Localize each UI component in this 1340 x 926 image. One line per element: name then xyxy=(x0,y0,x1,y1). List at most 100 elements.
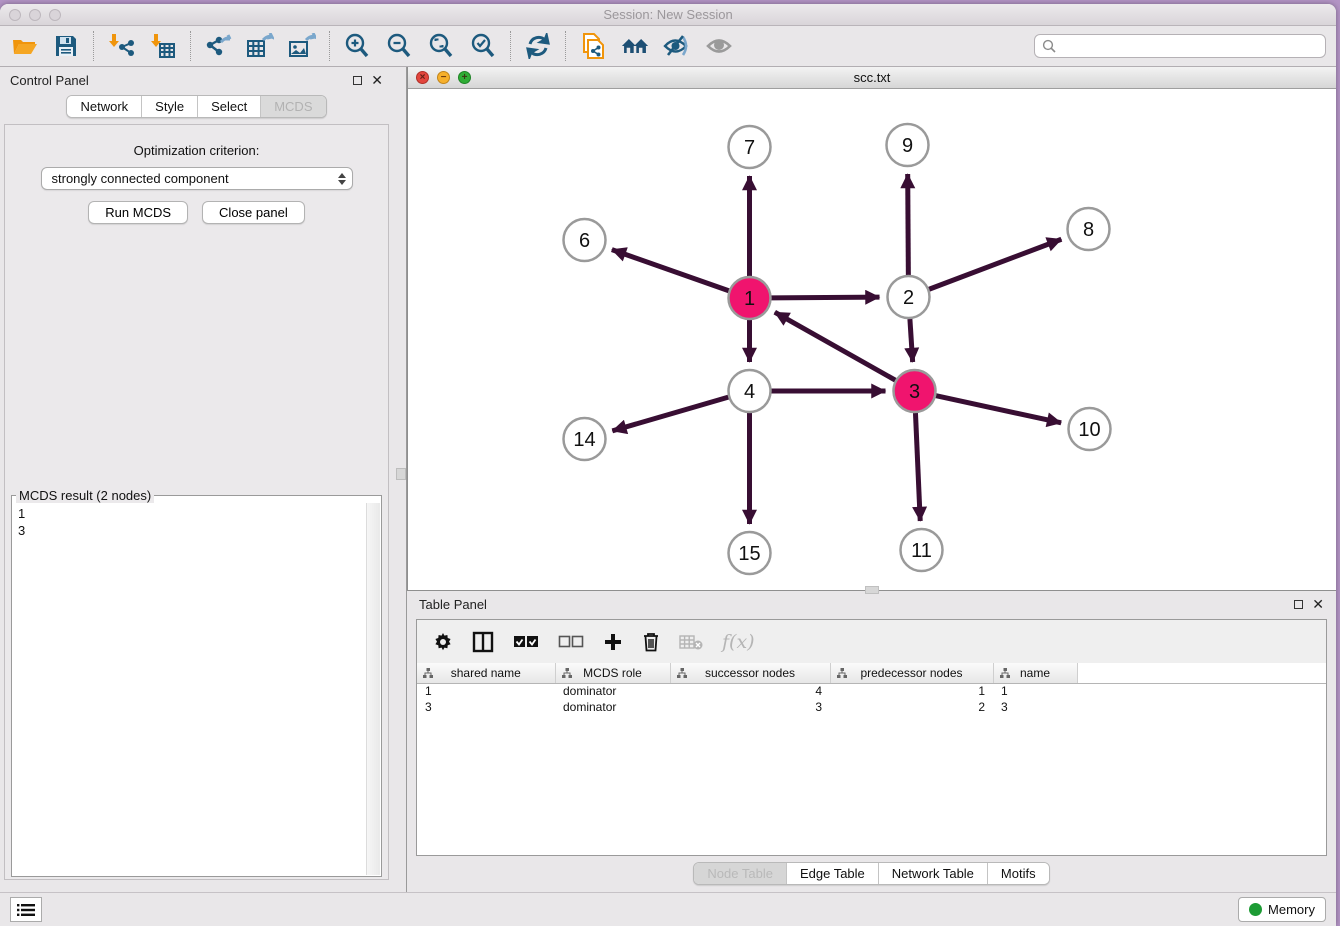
cell[interactable]: 1 xyxy=(417,683,555,699)
select-all-icon[interactable] xyxy=(513,635,539,649)
control-tab-select[interactable]: Select xyxy=(198,96,261,117)
node-label-15: 15 xyxy=(738,543,760,565)
zoom-selected-icon[interactable] xyxy=(469,32,497,60)
float-panel-icon[interactable] xyxy=(353,76,362,85)
import-table-icon[interactable] xyxy=(149,32,177,60)
mcds-result-text[interactable]: 1 3 xyxy=(13,503,366,875)
edge-1-2[interactable] xyxy=(771,297,879,298)
main-toolbar xyxy=(0,26,1336,67)
close-panel-icon[interactable]: ✕ xyxy=(371,76,383,85)
hide-panels-icon[interactable] xyxy=(663,32,691,60)
control-tab-style[interactable]: Style xyxy=(142,96,198,117)
table-row[interactable]: 1dominator411 xyxy=(417,683,1326,699)
table-toolbar: f(x) xyxy=(417,620,1326,663)
export-network-icon[interactable] xyxy=(204,32,232,60)
cell[interactable]: 4 xyxy=(670,683,830,699)
clone-network-icon[interactable] xyxy=(579,32,607,60)
export-table-icon[interactable] xyxy=(246,32,274,60)
export-image-icon[interactable] xyxy=(288,32,316,60)
add-row-icon[interactable] xyxy=(603,632,623,652)
search-container xyxy=(1034,34,1326,58)
node-table: shared nameMCDS rolesuccessor nodesprede… xyxy=(417,663,1326,715)
result-scrollbar[interactable] xyxy=(366,503,380,875)
cell[interactable]: dominator xyxy=(555,699,670,715)
window-titlebar: Session: New Session xyxy=(0,4,1336,26)
mcds-result-title: MCDS result (2 nodes) xyxy=(16,488,154,503)
column-header-empty xyxy=(1077,663,1326,683)
cell[interactable]: 1 xyxy=(830,683,993,699)
open-session-icon[interactable] xyxy=(10,32,38,60)
apply-function-icon: f(x) xyxy=(722,631,755,653)
save-session-icon[interactable] xyxy=(52,32,80,60)
network-graph[interactable]: 7968124314101511 xyxy=(408,89,1336,590)
cell[interactable]: 3 xyxy=(670,699,830,715)
network-window-titlebar: × − + scc.txt xyxy=(408,67,1336,89)
edge-3-10[interactable] xyxy=(936,396,1061,423)
app-window: Session: New Session xyxy=(0,4,1336,926)
tab-network-table[interactable]: Network Table xyxy=(879,863,988,884)
control-panel-tabs: NetworkStyleSelectMCDS xyxy=(66,95,326,118)
node-label-11: 11 xyxy=(911,540,932,562)
edge-2-3[interactable] xyxy=(910,319,913,362)
vertical-splitter[interactable] xyxy=(393,67,407,892)
cell[interactable]: 1 xyxy=(993,683,1077,699)
memory-label: Memory xyxy=(1268,902,1315,917)
tab-node-table[interactable]: Node Table xyxy=(694,863,787,884)
zoom-in-icon[interactable] xyxy=(343,32,371,60)
zoom-out-icon[interactable] xyxy=(385,32,413,60)
memory-button[interactable]: Memory xyxy=(1238,897,1326,922)
tab-motifs[interactable]: Motifs xyxy=(988,863,1049,884)
memory-status-icon xyxy=(1249,903,1262,916)
show-panels-icon[interactable] xyxy=(705,32,733,60)
splitter-grip[interactable] xyxy=(396,468,406,480)
table-row[interactable]: 3dominator323 xyxy=(417,699,1326,715)
cell[interactable]: 3 xyxy=(993,699,1077,715)
edge-4-14[interactable] xyxy=(612,397,728,431)
node-label-7: 7 xyxy=(744,137,755,159)
node-label-8: 8 xyxy=(1083,219,1094,241)
cell[interactable]: 2 xyxy=(830,699,993,715)
edge-2-8[interactable] xyxy=(929,239,1061,289)
table-settings-icon[interactable] xyxy=(433,632,453,652)
cell[interactable]: dominator xyxy=(555,683,670,699)
deselect-all-icon[interactable] xyxy=(558,635,584,649)
task-history-button[interactable] xyxy=(10,897,42,922)
refresh-icon[interactable] xyxy=(524,32,552,60)
column-header-MCDS-role[interactable]: MCDS role xyxy=(555,663,670,683)
import-network-icon[interactable] xyxy=(107,32,135,60)
column-header-shared-name[interactable]: shared name xyxy=(417,663,555,683)
optimization-criterion-select[interactable]: strongly connected component xyxy=(41,167,353,190)
control-tab-network[interactable]: Network xyxy=(67,96,142,117)
search-input[interactable] xyxy=(1034,34,1326,58)
close-table-panel-icon[interactable]: ✕ xyxy=(1312,600,1324,609)
node-label-1: 1 xyxy=(744,288,755,310)
table-panel-title: Table Panel xyxy=(419,597,487,612)
select-arrows-icon xyxy=(338,173,346,185)
column-panel-icon[interactable] xyxy=(472,631,494,653)
column-type-icon xyxy=(677,668,687,678)
edge-3-11[interactable] xyxy=(915,413,920,521)
float-table-panel-icon[interactable] xyxy=(1294,600,1303,609)
close-panel-button[interactable]: Close panel xyxy=(202,201,305,224)
list-icon xyxy=(17,903,35,917)
zoom-fit-icon[interactable] xyxy=(427,32,455,60)
edge-3-1[interactable] xyxy=(775,312,896,380)
column-header-name[interactable]: name xyxy=(993,663,1077,683)
column-header-predecessor-nodes[interactable]: predecessor nodes xyxy=(830,663,993,683)
delete-row-icon[interactable] xyxy=(642,631,660,652)
horizontal-splitter-grip[interactable] xyxy=(865,586,879,594)
node-label-4: 4 xyxy=(744,381,755,403)
node-label-9: 9 xyxy=(902,135,913,157)
home-icon[interactable] xyxy=(621,32,649,60)
network-canvas[interactable]: 7968124314101511 xyxy=(408,89,1336,590)
control-panel-title: Control Panel xyxy=(10,73,89,88)
optimization-criterion-label: Optimization criterion: xyxy=(134,143,260,158)
tab-edge-table[interactable]: Edge Table xyxy=(787,863,879,884)
control-tab-mcds[interactable]: MCDS xyxy=(261,96,325,117)
run-mcds-button[interactable]: Run MCDS xyxy=(88,201,188,224)
edge-2-9[interactable] xyxy=(908,174,909,275)
edge-1-6[interactable] xyxy=(612,250,729,291)
cell[interactable]: 3 xyxy=(417,699,555,715)
column-type-icon xyxy=(423,668,433,678)
column-header-successor-nodes[interactable]: successor nodes xyxy=(670,663,830,683)
